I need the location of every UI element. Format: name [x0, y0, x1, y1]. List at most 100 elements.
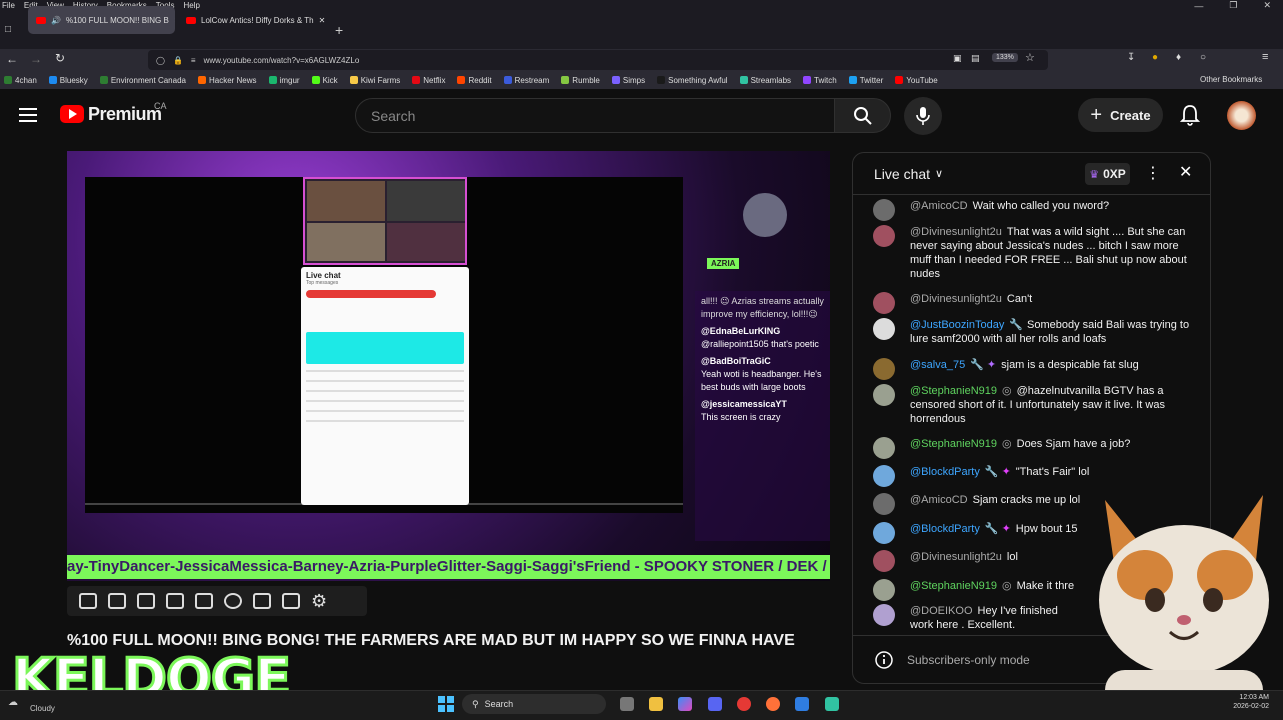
- add-frame-icon[interactable]: [253, 593, 271, 609]
- system-clock[interactable]: 12:03 AM 2026-02-02: [1233, 693, 1269, 711]
- file-explorer-icon[interactable]: [649, 697, 663, 711]
- settings-gear-icon[interactable]: ⚙: [311, 591, 327, 612]
- zoom-level[interactable]: 133%: [992, 53, 1018, 62]
- info-icon[interactable]: [875, 650, 893, 669]
- chat-author[interactable]: @StephanieN919: [910, 385, 997, 397]
- live-chat-title[interactable]: Live chat: [874, 166, 930, 182]
- screenshot-icon[interactable]: [282, 593, 300, 609]
- avatar[interactable]: [873, 579, 895, 601]
- download-icon[interactable]: ↧: [1127, 52, 1135, 63]
- avatar[interactable]: [873, 550, 895, 572]
- firefox-icon[interactable]: [766, 697, 780, 711]
- permissions-icon[interactable]: ≡: [191, 56, 196, 65]
- tab-close-icon[interactable]: ✕: [319, 16, 326, 25]
- chat-author[interactable]: @StephanieN919: [910, 438, 997, 450]
- shield-icon[interactable]: ◯: [156, 56, 165, 65]
- tab-list-icon[interactable]: □: [5, 24, 11, 35]
- tab-active[interactable]: 🔊 %100 FULL MOON!! BING B ✕: [28, 6, 175, 34]
- tab-lolcow[interactable]: LolCow Antics! Diffy Dorks & Th ✕: [178, 6, 328, 34]
- avatar[interactable]: [873, 465, 895, 487]
- menu-icon[interactable]: ≡: [1262, 51, 1268, 63]
- close-chat-icon[interactable]: ✕: [1179, 162, 1192, 182]
- search-input[interactable]: Search: [355, 98, 835, 133]
- avatar[interactable]: [873, 292, 895, 314]
- chat-author[interactable]: @DOEIKOO: [910, 605, 973, 617]
- star-icon[interactable]: ☆: [1025, 51, 1035, 64]
- loop-icon[interactable]: [79, 593, 97, 609]
- chat-author[interactable]: @StephanieN919: [910, 580, 997, 592]
- bookmark-hacker-news[interactable]: Hacker News: [197, 76, 257, 85]
- avatar[interactable]: [873, 604, 895, 626]
- bookmark-kick[interactable]: Kick: [311, 76, 338, 85]
- discord-icon[interactable]: [708, 697, 722, 711]
- bookmark-bluesky[interactable]: Bluesky: [48, 76, 88, 85]
- avatar[interactable]: [873, 225, 895, 247]
- avatar[interactable]: [873, 199, 895, 221]
- bookmark-environment-canada[interactable]: Environment Canada: [99, 76, 186, 85]
- chat-author[interactable]: @BlockdParty: [910, 466, 980, 478]
- chevron-down-icon[interactable]: ∨: [935, 167, 943, 180]
- bookmark-4chan[interactable]: 4chan: [4, 76, 37, 85]
- youtube-premium-label[interactable]: Premium: [88, 104, 162, 125]
- avatar[interactable]: [873, 522, 895, 544]
- windows-start-icon[interactable]: [438, 696, 454, 712]
- weather-label[interactable]: Cloudy: [30, 704, 55, 713]
- chat-author[interactable]: @salva_75: [910, 359, 965, 371]
- app-icon[interactable]: [737, 697, 751, 711]
- bookmark-kiwi-farms[interactable]: Kiwi Farms: [349, 76, 400, 85]
- cinema-icon[interactable]: [166, 593, 184, 609]
- speed-icon[interactable]: [224, 593, 242, 609]
- bookmark-reddit[interactable]: Reddit: [457, 76, 492, 85]
- bookmark-rumble[interactable]: Rumble: [561, 76, 600, 85]
- chat-author[interactable]: @BlockdParty: [910, 523, 980, 535]
- back-icon[interactable]: ←: [6, 52, 18, 66]
- chat-author[interactable]: @JustBoozinToday: [910, 319, 1004, 331]
- speaker-icon[interactable]: 🔊: [51, 16, 61, 25]
- audio-icon[interactable]: [108, 593, 126, 609]
- voice-search-button[interactable]: [904, 97, 942, 135]
- avatar[interactable]: [873, 384, 895, 406]
- account-avatar[interactable]: [1227, 101, 1256, 130]
- bookmark-simps[interactable]: Simps: [611, 76, 645, 85]
- chat-author[interactable]: @Divinesunlight2u: [910, 226, 1002, 238]
- chat-author[interactable]: @AmicoCD: [910, 494, 968, 506]
- chat-author[interactable]: @AmicoCD: [910, 200, 968, 212]
- lock-icon[interactable]: 🔒: [173, 56, 183, 65]
- xp-badge[interactable]: ♛ 0XP: [1085, 163, 1130, 185]
- chat-author[interactable]: @Divinesunlight2u: [910, 551, 1002, 563]
- hamburger-menu-icon[interactable]: [19, 108, 37, 122]
- bookmark-twitch[interactable]: Twitch: [803, 76, 837, 85]
- app-icon[interactable]: [795, 697, 809, 711]
- extension-icon[interactable]: ●: [1152, 52, 1158, 63]
- bookmark-youtube[interactable]: YouTube: [895, 76, 938, 85]
- bookmark-netflix[interactable]: Netflix: [412, 76, 445, 85]
- picture-icon[interactable]: ▣: [953, 53, 962, 64]
- tab-close-icon[interactable]: ✕: [174, 16, 175, 25]
- streamlabs-icon[interactable]: [825, 697, 839, 711]
- create-button[interactable]: + Create: [1078, 98, 1163, 132]
- new-tab-icon[interactable]: +: [335, 22, 343, 38]
- other-bookmarks[interactable]: Other Bookmarks: [1200, 75, 1262, 84]
- chat-author[interactable]: @Divinesunlight2u: [910, 293, 1002, 305]
- weather-icon[interactable]: ☁: [8, 697, 18, 708]
- avatar[interactable]: [873, 318, 895, 340]
- bookmark-restream[interactable]: Restream: [503, 76, 549, 85]
- copilot-icon[interactable]: [678, 697, 692, 711]
- reader-icon[interactable]: ▤: [971, 53, 980, 64]
- notifications-bell-icon[interactable]: [1180, 104, 1200, 126]
- forward-icon[interactable]: →: [30, 52, 42, 66]
- puzzle-icon[interactable]: ♦: [1176, 52, 1181, 63]
- bookmark-twitter[interactable]: Twitter: [848, 76, 883, 85]
- minimize-icon[interactable]: —: [1194, 1, 1203, 11]
- youtube-logo-icon[interactable]: [60, 105, 84, 123]
- filters-icon[interactable]: [137, 593, 155, 609]
- theater-icon[interactable]: [195, 593, 213, 609]
- video-player[interactable]: Live chat Top messages AZRIA all!!! 😉 Az…: [67, 151, 830, 581]
- reload-icon[interactable]: ↻: [55, 51, 65, 65]
- search-button[interactable]: [834, 98, 891, 133]
- menu-file[interactable]: File: [2, 1, 15, 10]
- avatar[interactable]: [873, 493, 895, 515]
- bookmark-something-awful[interactable]: Something Awful: [657, 76, 728, 85]
- avatar[interactable]: [873, 437, 895, 459]
- avatar[interactable]: [873, 358, 895, 380]
